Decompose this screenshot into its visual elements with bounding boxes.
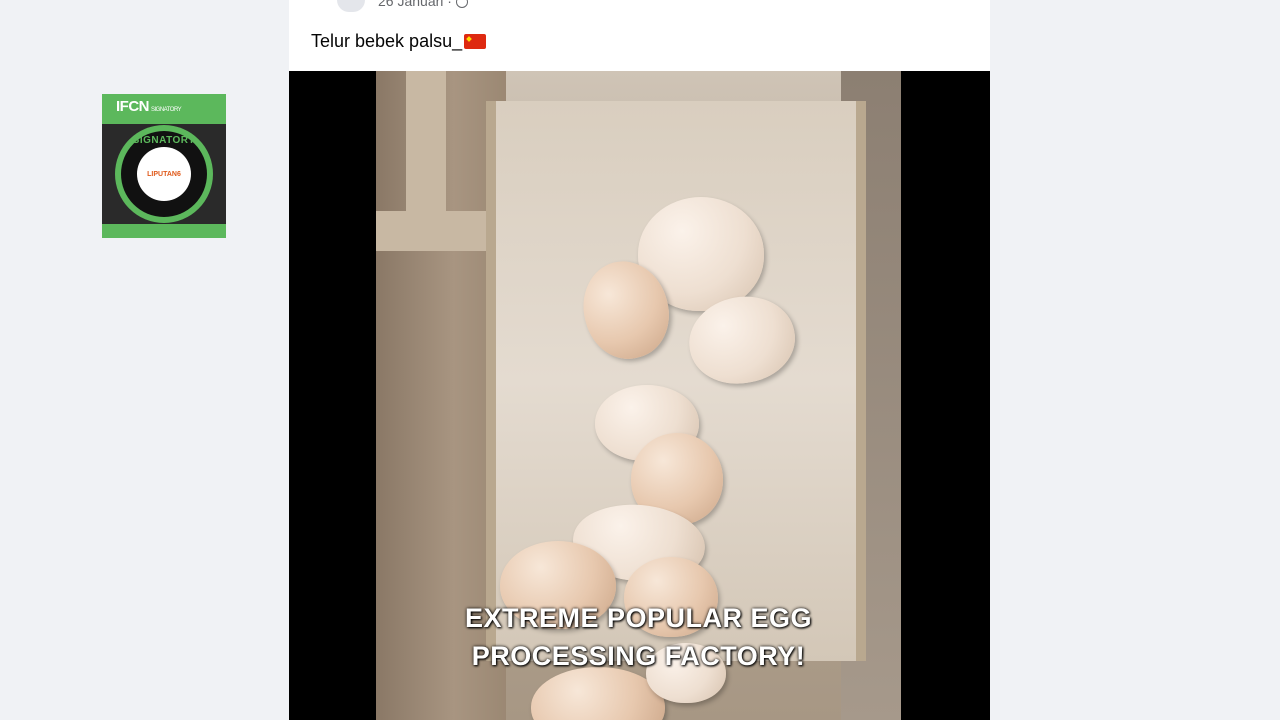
- post-timestamp[interactable]: 26 Januari ·: [378, 0, 468, 9]
- china-flag-icon: [464, 33, 487, 49]
- ifcn-logo-small: SIGNATORY: [151, 107, 182, 113]
- badge-ring: SIGNATORY LIPUTAN6: [115, 125, 213, 223]
- post-video[interactable]: EXTREME POPULAR EGG PROCESSING FACTORY!: [289, 71, 990, 720]
- facebook-post: 26 Januari · Telur bebek palsu_ EXTREME …: [289, 0, 990, 720]
- ifcn-signatory-badge: IFCN SIGNATORY SIGNATORY LIPUTAN6: [102, 94, 226, 238]
- video-caption-line-2: PROCESSING FACTORY!: [471, 641, 806, 671]
- video-beam: [406, 71, 446, 211]
- avatar[interactable]: [337, 0, 365, 12]
- badge-ring-inner: SIGNATORY LIPUTAN6: [121, 131, 207, 217]
- ifcn-logo: IFCN SIGNATORY: [116, 98, 182, 115]
- badge-bottom-band: [102, 224, 226, 238]
- liputan6-logo: LIPUTAN6: [147, 170, 181, 178]
- post-text: Telur bebek palsu_: [311, 31, 487, 52]
- post-date-text[interactable]: 26 Januari ·: [378, 0, 452, 9]
- post-text-content: Telur bebek palsu_: [311, 31, 463, 51]
- video-caption: EXTREME POPULAR EGG PROCESSING FACTORY!: [376, 599, 901, 675]
- globe-icon: [455, 0, 468, 9]
- badge-center: LIPUTAN6: [137, 147, 191, 201]
- badge-signatory-text: SIGNATORY: [132, 135, 196, 146]
- video-caption-line-1: EXTREME POPULAR EGG: [464, 603, 813, 633]
- ifcn-logo-text: IFCN: [116, 98, 150, 115]
- video-frame[interactable]: EXTREME POPULAR EGG PROCESSING FACTORY!: [376, 71, 901, 720]
